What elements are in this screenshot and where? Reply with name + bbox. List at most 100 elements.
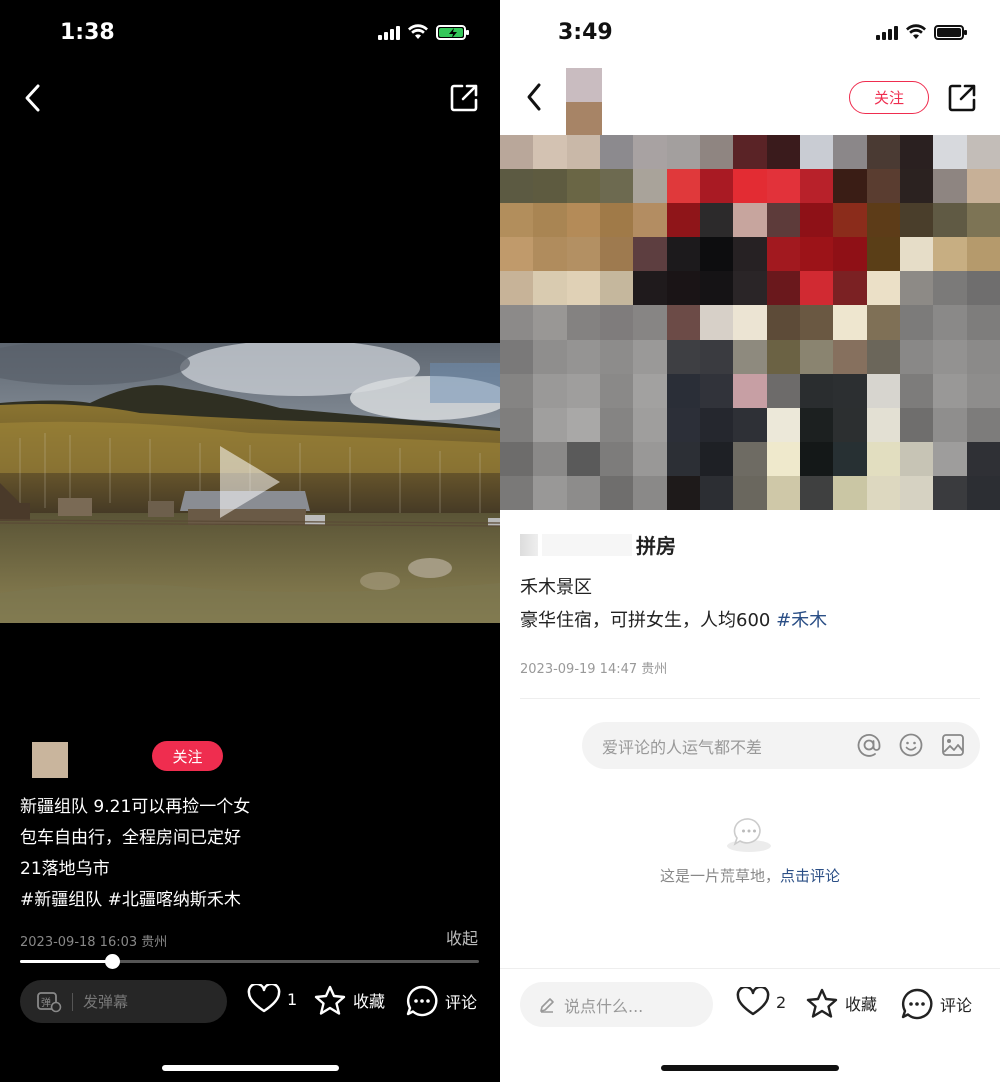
- mosaic-cell: [933, 407, 967, 442]
- follow-button[interactable]: 关注: [152, 741, 223, 771]
- collapse-button[interactable]: 收起: [446, 925, 478, 949]
- mosaic-cell: [766, 407, 800, 442]
- say-something-input[interactable]: 说点什么...: [520, 982, 713, 1027]
- mosaic-cell: [733, 169, 767, 204]
- mosaic-cell: [899, 203, 934, 238]
- mosaic-cell: [599, 237, 634, 272]
- at-icon[interactable]: [856, 732, 882, 758]
- mosaic-cell: [799, 373, 834, 408]
- mosaic-cell: [966, 407, 1000, 442]
- status-time: 3:49: [558, 20, 613, 45]
- comment-placeholder: 爱评论的人运气都不差: [602, 737, 763, 757]
- comment-label: 评论: [445, 993, 478, 1012]
- mosaic-cell: [933, 441, 967, 476]
- mosaic-cell: [599, 271, 634, 306]
- mosaic-cell: [933, 271, 967, 306]
- mosaic-cell: [933, 305, 967, 340]
- star-icon: [806, 988, 838, 1018]
- mosaic-cell: [533, 271, 567, 306]
- danmaku-icon[interactable]: 弹: [36, 991, 62, 1013]
- back-icon[interactable]: [18, 80, 50, 116]
- bottom-bar-divider: [500, 968, 1000, 969]
- mosaic-cell: [766, 441, 800, 476]
- divider: [520, 698, 980, 699]
- danmaku-input[interactable]: 弹 发弹幕: [20, 980, 227, 1023]
- mosaic-cell: [899, 441, 934, 476]
- post-subtitle: 禾木景区: [520, 577, 592, 598]
- right-screen: 3:49 关注 拼房 禾木景区 豪华住宿，可拼女生，人均600 #禾木 2023…: [500, 0, 1000, 1082]
- mosaic-cell: [599, 135, 634, 170]
- mosaic-cell: [933, 339, 967, 374]
- share-icon[interactable]: [448, 82, 480, 114]
- mosaic-cell: [833, 339, 867, 374]
- wifi-icon: [906, 24, 926, 39]
- mosaic-cell: [500, 203, 534, 238]
- mosaic-cell: [833, 169, 867, 204]
- comment-input[interactable]: 爱评论的人运气都不差: [582, 722, 980, 769]
- avatar[interactable]: [32, 742, 68, 778]
- mosaic-cell: [866, 339, 900, 374]
- mosaic-cell: [799, 203, 834, 238]
- mosaic-cell: [799, 169, 834, 204]
- mosaic-cell: [666, 237, 700, 272]
- mosaic-cell: [966, 271, 1000, 306]
- comment-button[interactable]: 评论: [405, 984, 477, 1018]
- caption-hashtags[interactable]: #新疆组队 #北疆喀纳斯禾木: [20, 885, 250, 916]
- mosaic-cell: [866, 135, 900, 170]
- post-image-mosaic[interactable]: [500, 135, 1000, 510]
- battery-icon: [934, 24, 967, 40]
- mosaic-cell: [933, 203, 967, 238]
- back-icon[interactable]: [520, 80, 550, 114]
- collect-label: 收藏: [845, 995, 878, 1014]
- mosaic-cell: [799, 339, 834, 374]
- avatar[interactable]: [566, 68, 602, 136]
- comment-button[interactable]: 评论: [900, 987, 972, 1021]
- video-progress-bar[interactable]: [20, 954, 479, 969]
- mosaic-cell: [733, 305, 767, 340]
- mosaic-cell: [500, 373, 534, 408]
- collect-button[interactable]: 收藏: [805, 987, 877, 1019]
- mosaic-cell: [533, 373, 567, 408]
- mosaic-cell: [899, 135, 934, 170]
- mosaic-cell: [966, 237, 1000, 272]
- emoji-icon[interactable]: [898, 732, 924, 758]
- mosaic-cell: [566, 169, 600, 204]
- follow-button[interactable]: 关注: [849, 81, 929, 114]
- mosaic-cell: [966, 441, 1000, 476]
- mosaic-cell: [899, 475, 934, 510]
- mosaic-cell: [500, 441, 534, 476]
- progress-handle[interactable]: [104, 954, 120, 969]
- mosaic-cell: [599, 441, 634, 476]
- home-indicator[interactable]: [162, 1065, 339, 1071]
- mosaic-cell: [599, 407, 634, 442]
- mosaic-cell: [666, 135, 700, 170]
- collect-button[interactable]: 收藏: [313, 984, 385, 1016]
- empty-comment-icon: [727, 818, 771, 852]
- mosaic-cell: [500, 305, 534, 340]
- mosaic-cell: [933, 135, 967, 170]
- mosaic-cell: [733, 203, 767, 238]
- mosaic-cell: [966, 305, 1000, 340]
- mosaic-cell: [500, 135, 534, 170]
- mosaic-cell: [933, 475, 967, 510]
- mosaic-cell: [666, 475, 700, 510]
- like-button[interactable]: 2: [736, 987, 786, 1017]
- click-to-comment-link[interactable]: 点击评论: [780, 867, 840, 885]
- like-button[interactable]: 1: [247, 984, 297, 1014]
- mosaic-cell: [899, 169, 934, 204]
- like-count: 1: [287, 989, 298, 1009]
- play-icon[interactable]: [220, 446, 280, 518]
- signal-icon: [378, 24, 400, 40]
- status-time: 1:38: [60, 20, 115, 45]
- star-icon: [314, 985, 346, 1015]
- share-icon[interactable]: [946, 82, 978, 114]
- mosaic-cell: [699, 339, 734, 374]
- mosaic-cell: [966, 135, 1000, 170]
- mosaic-cell: [566, 475, 600, 510]
- home-indicator[interactable]: [661, 1065, 839, 1071]
- status-icons: [876, 24, 967, 40]
- image-icon[interactable]: [940, 732, 966, 758]
- post-hashtag[interactable]: #禾木: [776, 610, 827, 631]
- heart-icon: [247, 984, 281, 1013]
- mosaic-cell: [566, 407, 600, 442]
